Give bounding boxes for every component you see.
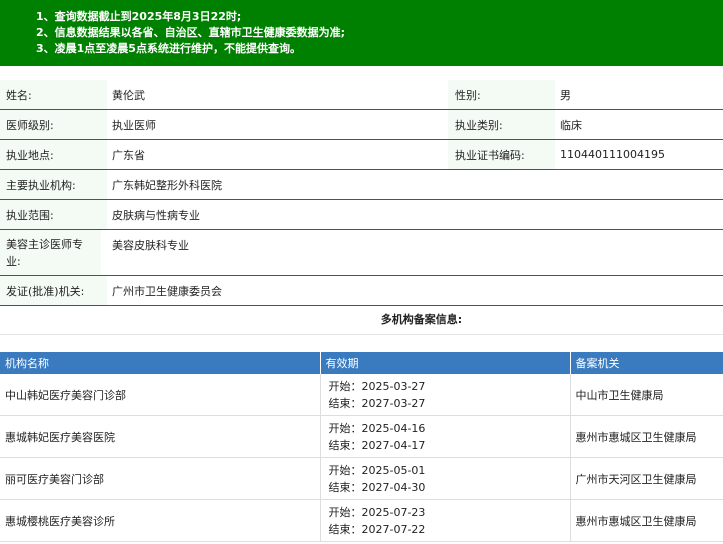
start-prefix: 开始： <box>328 463 362 477</box>
gender-value: 男 <box>560 88 571 102</box>
org-label: 主要执业机构: <box>0 170 107 199</box>
info-row: 执业范围: 皮肤病与性病专业 <box>0 200 723 230</box>
location-value: 广东省 <box>112 148 145 162</box>
cosmetic-value: 美容皮肤科专业 <box>112 239 189 252</box>
cert-value: 110440111004195 <box>560 148 665 161</box>
info-row: 姓名: 黄伦武 性别: 男 <box>0 80 723 110</box>
start-prefix: 开始： <box>328 379 362 393</box>
validity-start: 开始：2025-05-01 <box>329 462 565 479</box>
end-date: 2027-07-22 <box>361 522 426 536</box>
notice-line: 2、信息数据结果以各省、自治区、直辖市卫生健康委数据为准; <box>36 26 346 39</box>
info-row: 执业地点: 广东省 执业证书编码: 110440111004195 <box>0 140 723 170</box>
validity-period: 开始：2025-03-27 结束：2027-03-27 <box>320 374 571 416</box>
notice-line: 3、凌晨1点至凌晨5点系统进行维护，不能提供查询。 <box>36 42 301 55</box>
table-header-row: 机构名称 有效期 备案机关 <box>0 352 723 374</box>
institution-name: 惠城韩妃医疗美容医院 <box>0 415 321 458</box>
category-label: 执业类别: <box>448 110 555 139</box>
name-value: 黄伦武 <box>112 88 145 102</box>
scope-value: 皮肤病与性病专业 <box>112 208 200 222</box>
doctor-info-table: 姓名: 黄伦武 性别: 男 医师级别: 执业医师 执业类别: 临床 执业地点: … <box>0 80 723 306</box>
validity-period: 开始：2025-07-23 结束：2027-07-22 <box>320 499 571 542</box>
validity-end: 结束：2027-07-22 <box>329 521 565 538</box>
gender-label: 性别: <box>448 80 555 109</box>
issuer-label: 发证(批准)机关: <box>0 276 107 305</box>
filing-authority: 惠州市惠城区卫生健康局 <box>570 499 723 542</box>
cert-label: 执业证书编码: <box>448 140 555 169</box>
validity-period: 开始：2025-05-01 结束：2027-04-30 <box>320 457 571 500</box>
info-row: 主要执业机构: 广东韩妃整形外科医院 <box>0 170 723 200</box>
table-row: 惠城韩妃医疗美容医院 开始：2025-04-16 结束：2027-04-17 惠… <box>0 415 723 458</box>
validity-start: 开始：2025-04-16 <box>329 420 565 437</box>
cosmetic-label: 美容主诊医师专 业: <box>0 230 101 275</box>
end-prefix: 结束： <box>328 438 362 452</box>
end-prefix: 结束： <box>328 396 362 410</box>
institution-name: 惠城樱桃医疗美容诊所 <box>0 499 321 542</box>
validity-end: 结束：2027-04-17 <box>329 437 565 454</box>
table-row: 丽可医疗美容门诊部 开始：2025-05-01 结束：2027-04-30 广州… <box>0 457 723 500</box>
location-label: 执业地点: <box>0 140 107 169</box>
end-date: 2027-04-17 <box>361 438 426 452</box>
filing-authority: 广州市天河区卫生健康局 <box>570 457 723 500</box>
notice-banner: 1、查询数据截止到2025年8月3日22时; 2、信息数据结果以各省、自治区、直… <box>0 0 723 66</box>
category-value: 临床 <box>560 118 582 132</box>
validity-end: 结束：2027-04-30 <box>329 479 565 496</box>
start-date: 2025-07-23 <box>361 505 426 519</box>
divider <box>0 334 723 335</box>
issuer-value: 广州市卫生健康委员会 <box>112 284 222 298</box>
start-prefix: 开始： <box>328 421 362 435</box>
validity-start: 开始：2025-07-23 <box>329 504 565 521</box>
institution-name: 丽可医疗美容门诊部 <box>0 457 321 500</box>
level-label: 医师级别: <box>0 110 107 139</box>
start-date: 2025-05-01 <box>361 463 426 477</box>
info-row: 发证(批准)机关: 广州市卫生健康委员会 <box>0 276 723 306</box>
cosmetic-label-line: 美容主诊医师专 <box>6 238 83 251</box>
notice-line: 1、查询数据截止到2025年8月3日22时; <box>36 10 242 23</box>
filing-authority: 中山市卫生健康局 <box>570 374 723 416</box>
column-header-validity: 有效期 <box>320 352 571 374</box>
validity-end: 结束：2027-03-27 <box>329 395 565 412</box>
filing-authority: 惠州市惠城区卫生健康局 <box>570 415 723 458</box>
end-date: 2027-03-27 <box>361 396 426 410</box>
cosmetic-label-line: 业: <box>6 255 21 268</box>
multi-institution-title: 多机构备案信息: <box>380 313 463 326</box>
org-value: 广东韩妃整形外科医院 <box>112 178 222 192</box>
info-row: 医师级别: 执业医师 执业类别: 临床 <box>0 110 723 140</box>
column-header-name: 机构名称 <box>0 352 321 374</box>
column-header-authority: 备案机关 <box>570 352 723 374</box>
name-label: 姓名: <box>0 80 107 109</box>
end-prefix: 结束： <box>328 480 362 494</box>
table-row: 中山韩妃医疗美容门诊部 开始：2025-03-27 结束：2027-03-27 … <box>0 374 723 416</box>
end-date: 2027-04-30 <box>361 480 426 494</box>
institution-name: 中山韩妃医疗美容门诊部 <box>0 374 321 416</box>
validity-start: 开始：2025-03-27 <box>329 378 565 395</box>
start-prefix: 开始： <box>328 505 362 519</box>
institution-table: 机构名称 有效期 备案机关 中山韩妃医疗美容门诊部 开始：2025-03-27 … <box>0 352 723 542</box>
start-date: 2025-03-27 <box>361 379 426 393</box>
table-row: 惠城樱桃医疗美容诊所 开始：2025-07-23 结束：2027-07-22 惠… <box>0 499 723 542</box>
scope-label: 执业范围: <box>0 200 107 229</box>
info-row: 美容主诊医师专 业: 美容皮肤科专业 <box>0 230 723 276</box>
end-prefix: 结束： <box>328 522 362 536</box>
level-value: 执业医师 <box>112 118 156 132</box>
validity-period: 开始：2025-04-16 结束：2027-04-17 <box>320 415 571 458</box>
start-date: 2025-04-16 <box>361 421 426 435</box>
